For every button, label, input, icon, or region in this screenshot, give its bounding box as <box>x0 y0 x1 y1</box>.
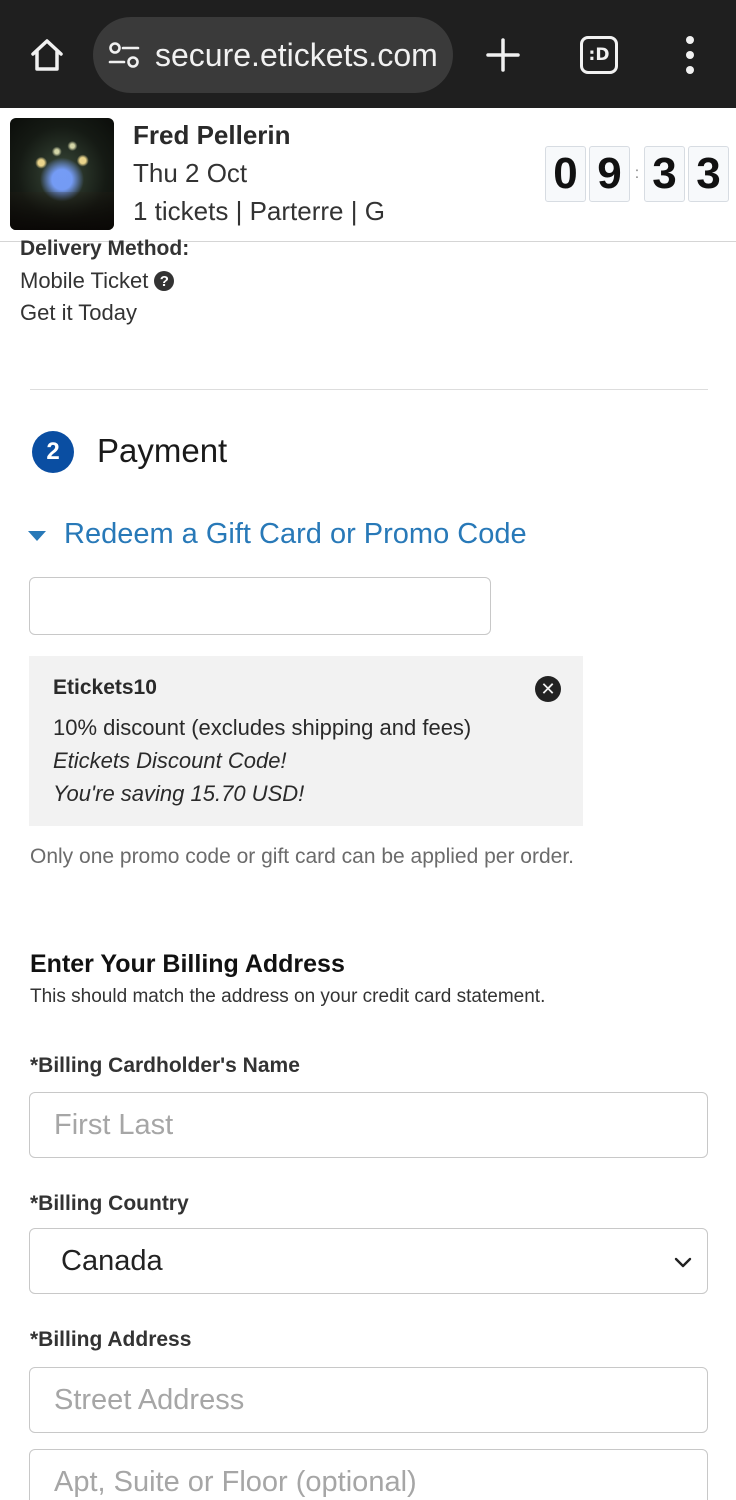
timer-separator: : <box>634 165 640 182</box>
promo-savings: You're saving 15.70 USD! <box>53 781 305 806</box>
country-value: Canada <box>61 1244 163 1277</box>
chevron-down-icon <box>673 1245 693 1278</box>
caret-down-icon <box>28 530 46 541</box>
address-bar[interactable]: secure.etickets.com <box>93 17 453 93</box>
more-options-icon[interactable] <box>670 32 710 78</box>
delivery-method: Mobile Ticket ? <box>20 268 175 294</box>
remove-promo-icon[interactable]: ✕ <box>535 676 561 702</box>
event-thumbnail <box>10 118 114 230</box>
ticket-info: 1 tickets | Parterre | G <box>133 196 385 226</box>
promo-note: Etickets Discount Code! <box>53 748 287 773</box>
delivery-heading: Delivery Method: <box>20 237 190 260</box>
street-address-input[interactable] <box>54 1368 707 1432</box>
redeem-label: Redeem a Gift Card or Promo Code <box>64 518 527 550</box>
timer-digit: 3 <box>644 146 685 202</box>
help-icon[interactable]: ? <box>154 271 175 291</box>
promo-code-field[interactable] <box>30 578 490 634</box>
event-date: Thu 2 Oct <box>133 158 248 188</box>
cardholder-name-field[interactable] <box>29 1092 708 1158</box>
delivery-method-label: Mobile Ticket <box>20 268 149 293</box>
countdown-timer: 0 9 : 3 3 <box>545 146 732 202</box>
step-badge: 2 <box>32 431 74 473</box>
promo-limit-note: Only one promo code or gift card can be … <box>30 845 574 868</box>
promo-code-input[interactable] <box>29 577 491 635</box>
cardholder-name-label: *Billing Cardholder's Name <box>30 1054 300 1077</box>
promo-description: 10% discount (excludes shipping and fees… <box>53 715 472 740</box>
event-summary: Fred Pellerin Thu 2 Oct 1 tickets | Part… <box>0 108 736 242</box>
tab-switcher-button[interactable]: :D <box>580 36 618 74</box>
country-select[interactable]: Canada <box>29 1228 708 1294</box>
street-address-field[interactable] <box>29 1367 708 1433</box>
delivery-timing: Get it Today <box>20 300 137 325</box>
new-tab-icon[interactable] <box>478 30 528 80</box>
url-text: secure.etickets.com <box>155 36 438 73</box>
redeem-toggle[interactable]: Redeem a Gift Card or Promo Code <box>28 518 527 551</box>
cardholder-name-input[interactable] <box>54 1093 707 1157</box>
applied-promo-card: Etickets10 ✕ 10% discount (excludes ship… <box>29 656 583 826</box>
site-settings-icon[interactable] <box>107 38 141 72</box>
apt-input[interactable] <box>54 1450 707 1500</box>
apt-field[interactable] <box>29 1449 708 1500</box>
billing-subheading: This should match the address on your cr… <box>30 986 546 1007</box>
home-icon[interactable] <box>22 30 72 80</box>
billing-address-label: *Billing Address <box>30 1328 192 1351</box>
country-label: *Billing Country <box>30 1192 189 1215</box>
timer-digit: 0 <box>545 146 586 202</box>
event-name: Fred Pellerin <box>133 120 291 150</box>
billing-heading: Enter Your Billing Address <box>30 950 345 978</box>
timer-digit: 3 <box>688 146 729 202</box>
section-divider <box>30 389 708 390</box>
timer-digit: 9 <box>589 146 630 202</box>
promo-code-name: Etickets10 <box>53 676 157 699</box>
payment-title: Payment <box>97 432 228 469</box>
browser-toolbar: secure.etickets.com :D <box>0 0 736 108</box>
